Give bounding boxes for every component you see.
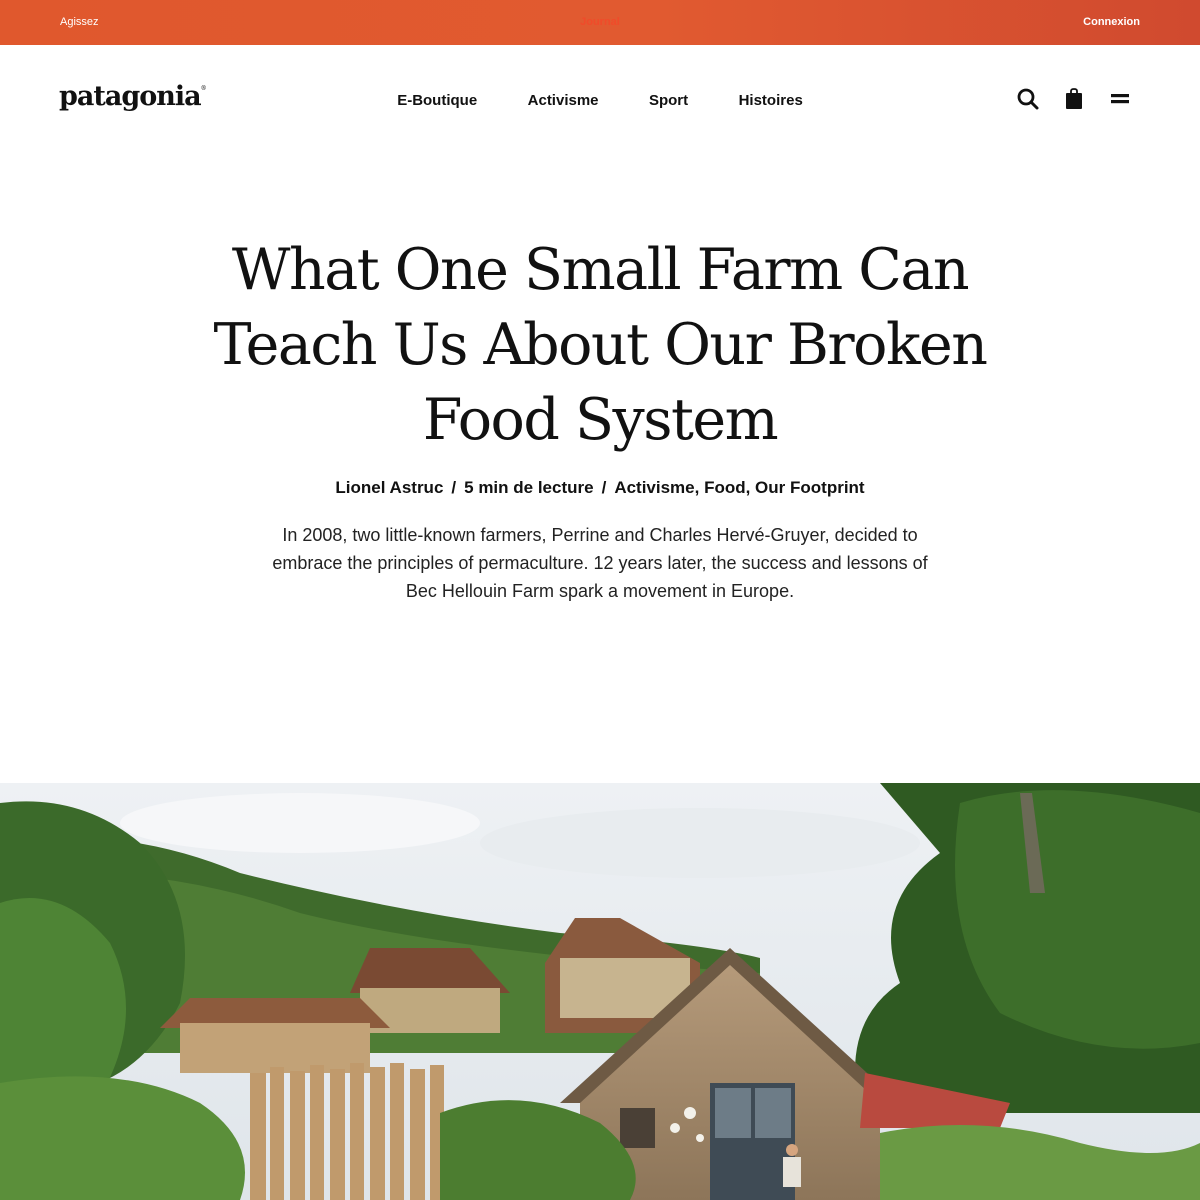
article-title: What One Small Farm Can Teach Us About O… <box>213 237 988 453</box>
logo-registered-mark: ® <box>200 85 207 92</box>
meta-separator: / <box>451 478 457 497</box>
top-bar: Agissez Journal Connexion <box>0 0 1200 45</box>
bag-icon[interactable] <box>1062 87 1086 111</box>
read-time: 5 min de lecture <box>464 478 594 497</box>
site-header: patagonia® E-Boutique Activisme Sport Hi… <box>0 45 1200 155</box>
search-icon[interactable] <box>1016 87 1040 111</box>
nav-sport[interactable]: Sport <box>649 92 688 109</box>
journal-link[interactable]: Journal <box>0 16 1200 28</box>
meta-separator: / <box>601 478 607 497</box>
nav-e-boutique[interactable]: E-Boutique <box>397 92 477 109</box>
article-tags[interactable]: Activisme, Food, Our Footprint <box>614 478 864 497</box>
nav-activisme[interactable]: Activisme <box>528 92 599 109</box>
menu-icon[interactable] <box>1108 87 1132 111</box>
nav-histoires[interactable]: Histoires <box>739 92 803 109</box>
hero-farm-photo <box>0 783 1200 1200</box>
header-icons <box>1016 87 1132 111</box>
connexion-link[interactable]: Connexion <box>1083 16 1140 28</box>
article-lede: In 2008, two little-known farmers, Perri… <box>272 525 928 601</box>
author-link[interactable]: Lionel Astruc <box>335 478 443 497</box>
article-meta: Lionel Astruc / 5 min de lecture / Activisme… <box>0 478 1200 498</box>
